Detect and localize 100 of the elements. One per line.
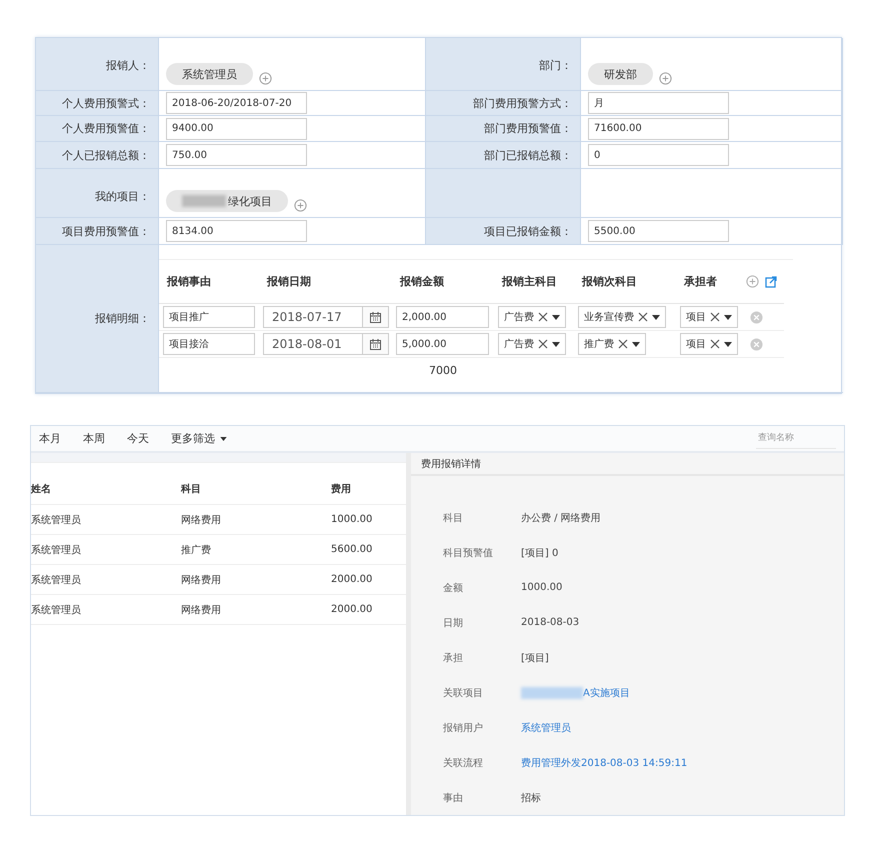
remove-icon[interactable] [750, 310, 763, 324]
add-icon[interactable] [746, 275, 759, 288]
field-label: 我的项目： [95, 189, 150, 204]
tag-chip[interactable]: 系统管理员 [166, 63, 253, 85]
field-label: 部门已报销总额： [484, 148, 572, 162]
field-label: 个人费用预警式： [62, 96, 150, 110]
calendar-icon [370, 312, 381, 322]
detail-link[interactable]: A实施项目 [583, 686, 630, 700]
table-cell-text: 2000.00 [331, 604, 374, 615]
search-field[interactable]: 查询名称 [756, 428, 836, 448]
calendar-icon [370, 338, 381, 350]
input-field[interactable]: 月 [588, 92, 729, 114]
table-cell-text: 系统管理员 [31, 574, 82, 586]
table-cell-text: 网络费用 [181, 604, 222, 616]
filter-button[interactable]: 本月 [39, 431, 61, 446]
detail-value: [项目] 0 [521, 546, 558, 560]
detail-value: 招标 [521, 792, 541, 804]
input-field[interactable]: 5,000.00 [396, 333, 489, 355]
input-field[interactable]: 0 [588, 144, 729, 166]
input-field[interactable]: 2018-06-20/2018-07-20 [166, 92, 307, 114]
filter-button[interactable]: 本周 [83, 431, 105, 446]
input-field[interactable]: 2,000.00 [396, 306, 489, 328]
table-cell-text: 2000.00 [331, 574, 374, 585]
column-header: 报销事由 [159, 260, 259, 304]
tag-chip[interactable]: 研发部 [588, 63, 653, 85]
detail-value: 2018-08-03 [521, 617, 580, 628]
remove-icon[interactable] [750, 338, 763, 350]
detail-label: 承担 [443, 652, 464, 664]
filter-button[interactable]: 更多筛选 [171, 431, 227, 446]
select-field[interactable]: 项目 [680, 333, 738, 355]
clear-icon [638, 312, 648, 322]
select-field[interactable]: 业务宣传费 [578, 306, 666, 328]
caret-icon [552, 314, 560, 320]
field-label: 部门费用预警方式： [473, 96, 572, 110]
table-cell-text: 系统管理员 [31, 544, 82, 556]
detail-label: 金额 [443, 582, 464, 594]
detail-label: 关联项目 [443, 686, 484, 700]
field-label: 项目费用预警值： [62, 224, 150, 238]
detail-label: 报销用户 [443, 722, 484, 734]
list-row[interactable]: 系统管理员 推广费 5600.00 [31, 535, 406, 565]
caret-icon [220, 436, 227, 440]
caret-icon [724, 342, 732, 346]
detail-value: 办公费 / 网络费用 [521, 512, 601, 524]
export-icon[interactable] [765, 276, 777, 288]
field-label: 个人费用预警值： [62, 121, 150, 136]
detail-label: 科目预警值 [443, 546, 494, 560]
tag-chip[interactable]: 绿化项目 [166, 190, 288, 212]
input-field[interactable]: 8134.00 [166, 220, 307, 242]
add-icon[interactable] [659, 72, 672, 85]
list-row[interactable]: 系统管理员 网络费用 1000.00 [31, 505, 406, 535]
column-header: 费用 [331, 482, 352, 496]
select-field[interactable]: 广告费 [498, 306, 566, 328]
field-label: 项目已报销金额： [484, 224, 572, 238]
filter-button[interactable]: 今天 [127, 431, 149, 446]
add-icon[interactable] [259, 72, 272, 85]
table-cell-text: 网络费用 [181, 514, 222, 526]
list-row[interactable]: 系统管理员 网络费用 2000.00 [31, 565, 406, 595]
select-field[interactable]: 项目 [680, 306, 738, 328]
column-header: 姓名 [31, 482, 52, 496]
list-row[interactable]: 系统管理员 网络费用 2000.00 [31, 595, 406, 625]
caret-icon [724, 314, 732, 320]
table-cell-text: 5600.00 [331, 544, 374, 555]
input-field[interactable]: 项目推广 [163, 306, 255, 328]
column-header: 报销金额 [392, 260, 494, 304]
detail-label: 科目 [443, 512, 464, 524]
date-field[interactable]: 2018-07-17 [263, 306, 389, 328]
input-field[interactable]: 9400.00 [166, 118, 307, 140]
table-cell-text: 推广费 [181, 544, 212, 556]
clear-icon [538, 312, 548, 322]
input-field[interactable]: 750.00 [166, 144, 307, 166]
detail-label: 日期 [443, 616, 464, 630]
input-field[interactable]: 71600.00 [588, 118, 729, 140]
total-amount: 7000 [428, 363, 458, 377]
field-label: 报销明细： [95, 311, 150, 326]
table-cell-text: 1000.00 [331, 514, 374, 525]
select-field[interactable]: 推广费 [578, 333, 646, 355]
select-field[interactable]: 广告费 [498, 333, 566, 355]
detail-label: 事由 [443, 792, 464, 804]
field-label: 部门： [539, 58, 572, 73]
panel-title: 费用报销详情 [421, 458, 481, 470]
input-field[interactable]: 项目接洽 [163, 333, 255, 355]
detail-link[interactable]: 系统管理员 [521, 720, 571, 734]
clear-icon [710, 312, 720, 322]
caret-icon [552, 342, 560, 346]
field-label: 部门费用预警值： [484, 121, 572, 136]
input-field[interactable]: 5500.00 [588, 220, 729, 242]
detail-link[interactable]: 费用管理外发2018-08-03 14:59:11 [521, 756, 688, 770]
clear-icon [618, 339, 628, 349]
date-field[interactable]: 2018-08-01 [263, 333, 389, 355]
field-label: 报销人： [106, 58, 150, 73]
column-header: 报销日期 [259, 260, 392, 304]
caret-icon [632, 342, 640, 346]
detail-value: [项目] [521, 652, 549, 664]
table-cell-text: 系统管理员 [31, 514, 82, 526]
column-header: 承担者 [676, 260, 746, 304]
column-header: 科目 [181, 482, 202, 496]
detail-value: 1000.00 [521, 582, 562, 593]
add-icon[interactable] [294, 199, 307, 212]
table-cell-text: 系统管理员 [31, 604, 82, 616]
detail-label: 关联流程 [443, 756, 484, 770]
